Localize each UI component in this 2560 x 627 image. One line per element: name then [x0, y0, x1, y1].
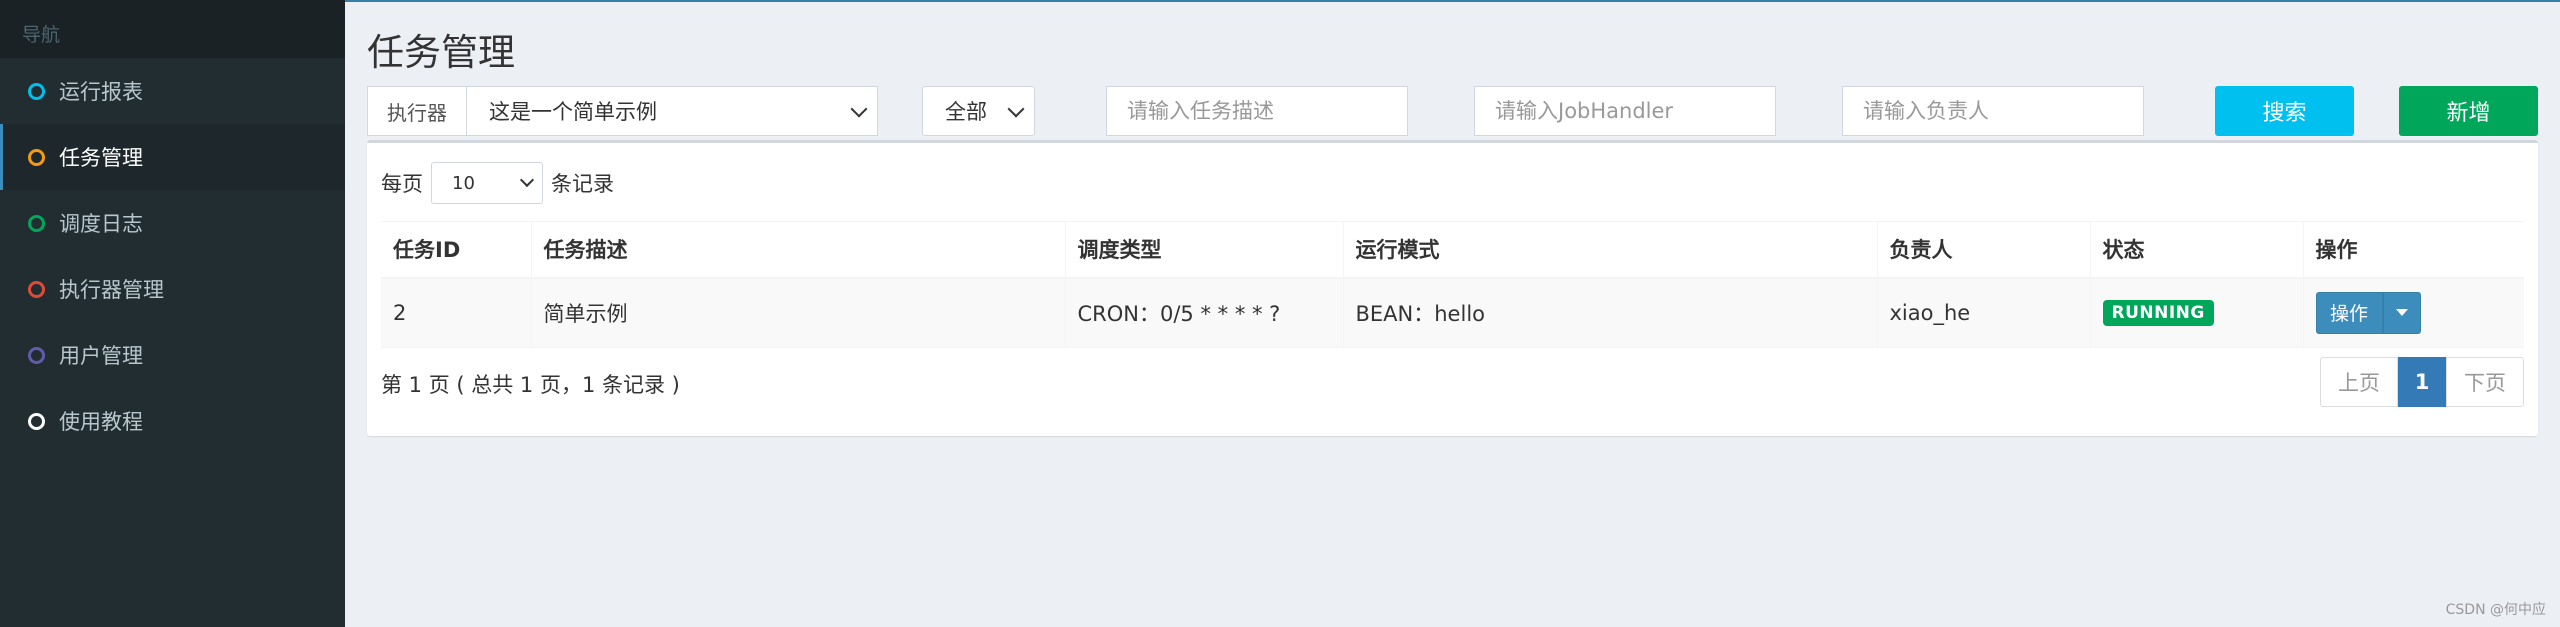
- sidebar-item-label: 运行报表: [59, 80, 143, 104]
- sidebar-item-users[interactable]: 用户管理: [0, 322, 345, 388]
- circle-icon: [28, 280, 45, 298]
- column-header[interactable]: 调度类型: [1065, 221, 1344, 279]
- sidebar-item-label: 任务管理: [59, 146, 143, 170]
- author-input[interactable]: [1842, 86, 2144, 136]
- table-row: 2 简单示例 CRON：0/5 * * * * ? BEAN：hello xia…: [381, 277, 2524, 348]
- sidebar-item-label: 执行器管理: [59, 278, 164, 302]
- sidebar-header: 导航: [0, 0, 345, 58]
- sidebar-item-executors[interactable]: 执行器管理: [0, 256, 345, 322]
- sidebar-item-label: 用户管理: [59, 344, 143, 368]
- job-list-box: 每页 10 条记录 任务ID 任务描述 调度类型 运行模式 负责人 状态 操作 …: [367, 140, 2538, 436]
- page-length-control: 每页 10 条记录: [381, 161, 614, 205]
- sidebar-item-label: 使用教程: [59, 410, 143, 434]
- column-header[interactable]: 状态: [2090, 221, 2304, 279]
- per-page-suffix: 条记录: [551, 172, 614, 196]
- status-select-value: 全部: [945, 100, 987, 124]
- chevron-down-icon: [519, 172, 535, 188]
- circle-icon: [28, 214, 45, 232]
- executor-filter: 执行器 这是一个简单示例: [367, 86, 878, 136]
- main-content: 任务管理 执行器 这是一个简单示例 全部 搜索 新增 每页: [345, 2, 2560, 627]
- column-header[interactable]: 任务ID: [381, 221, 532, 279]
- column-header[interactable]: 负责人: [1877, 221, 2091, 279]
- column-header[interactable]: 任务描述: [531, 221, 1066, 279]
- table-header-row: 任务ID 任务描述 调度类型 运行模式 负责人 状态 操作: [381, 221, 2524, 279]
- author-cell: xiao_he: [1877, 277, 2091, 348]
- column-header: 操作: [2303, 221, 2524, 279]
- job-handler-input[interactable]: [1474, 86, 1776, 136]
- per-page-prefix: 每页: [381, 172, 423, 196]
- schedule-cell: CRON：0/5 * * * * ?: [1065, 277, 1344, 348]
- sidebar-item-report[interactable]: 运行报表: [0, 58, 345, 124]
- executor-select[interactable]: 这是一个简单示例: [467, 86, 878, 136]
- status-cell: RUNNING: [2090, 277, 2304, 348]
- add-job-button[interactable]: 新增: [2399, 86, 2538, 136]
- search-button[interactable]: 搜索: [2215, 86, 2354, 136]
- action-button[interactable]: 操作: [2315, 291, 2383, 334]
- watermark: CSDN @何中应: [2445, 602, 2546, 618]
- sidebar-item-label: 调度日志: [59, 212, 143, 236]
- sidebar-item-jobs[interactable]: 任务管理: [0, 124, 345, 190]
- action-cell: 操作: [2303, 277, 2524, 348]
- executor-label: 执行器: [367, 86, 467, 136]
- circle-icon: [28, 148, 45, 166]
- app-root: 导航 运行报表 任务管理 调度日志 执行器管理 用户管理 使用教程 任务管理 执…: [0, 0, 2560, 627]
- pagination: 上页 1 下页: [2320, 357, 2524, 407]
- chevron-down-icon: [1007, 100, 1025, 118]
- circle-icon: [28, 412, 45, 430]
- sidebar-item-help[interactable]: 使用教程: [0, 388, 345, 454]
- sidebar-item-logs[interactable]: 调度日志: [0, 190, 345, 256]
- job-table: 任务ID 任务描述 调度类型 运行模式 负责人 状态 操作 2 简单示例 CRO…: [381, 221, 2524, 348]
- job-id-cell: 2: [381, 277, 532, 348]
- status-select[interactable]: 全部: [922, 86, 1035, 136]
- table-info: 第 1 页 ( 总共 1 页，1 条记录 ): [381, 373, 680, 397]
- action-button-group: 操作: [2315, 291, 2421, 334]
- page-title: 任务管理: [367, 31, 515, 74]
- circle-icon: [28, 346, 45, 364]
- action-dropdown-toggle[interactable]: [2382, 291, 2421, 334]
- executor-select-value: 这是一个简单示例: [489, 100, 657, 124]
- filter-bar: 执行器 这是一个简单示例 全部 搜索 新增: [367, 86, 2560, 138]
- chevron-down-icon: [850, 100, 868, 118]
- sidebar: 导航 运行报表 任务管理 调度日志 执行器管理 用户管理 使用教程: [0, 0, 345, 627]
- per-page-value: 10: [452, 172, 475, 194]
- job-desc-input[interactable]: [1106, 86, 1408, 136]
- caret-down-icon: [2395, 309, 2408, 317]
- column-header[interactable]: 运行模式: [1343, 221, 1878, 279]
- status-badge: RUNNING: [2102, 300, 2214, 327]
- prev-page-button[interactable]: 上页: [2320, 357, 2398, 407]
- next-page-button[interactable]: 下页: [2446, 357, 2524, 407]
- circle-icon: [28, 82, 45, 100]
- page-button-current[interactable]: 1: [2398, 357, 2446, 407]
- job-desc-cell: 简单示例: [531, 277, 1066, 348]
- run-mode-cell: BEAN：hello: [1343, 277, 1878, 348]
- per-page-select[interactable]: 10: [431, 162, 543, 204]
